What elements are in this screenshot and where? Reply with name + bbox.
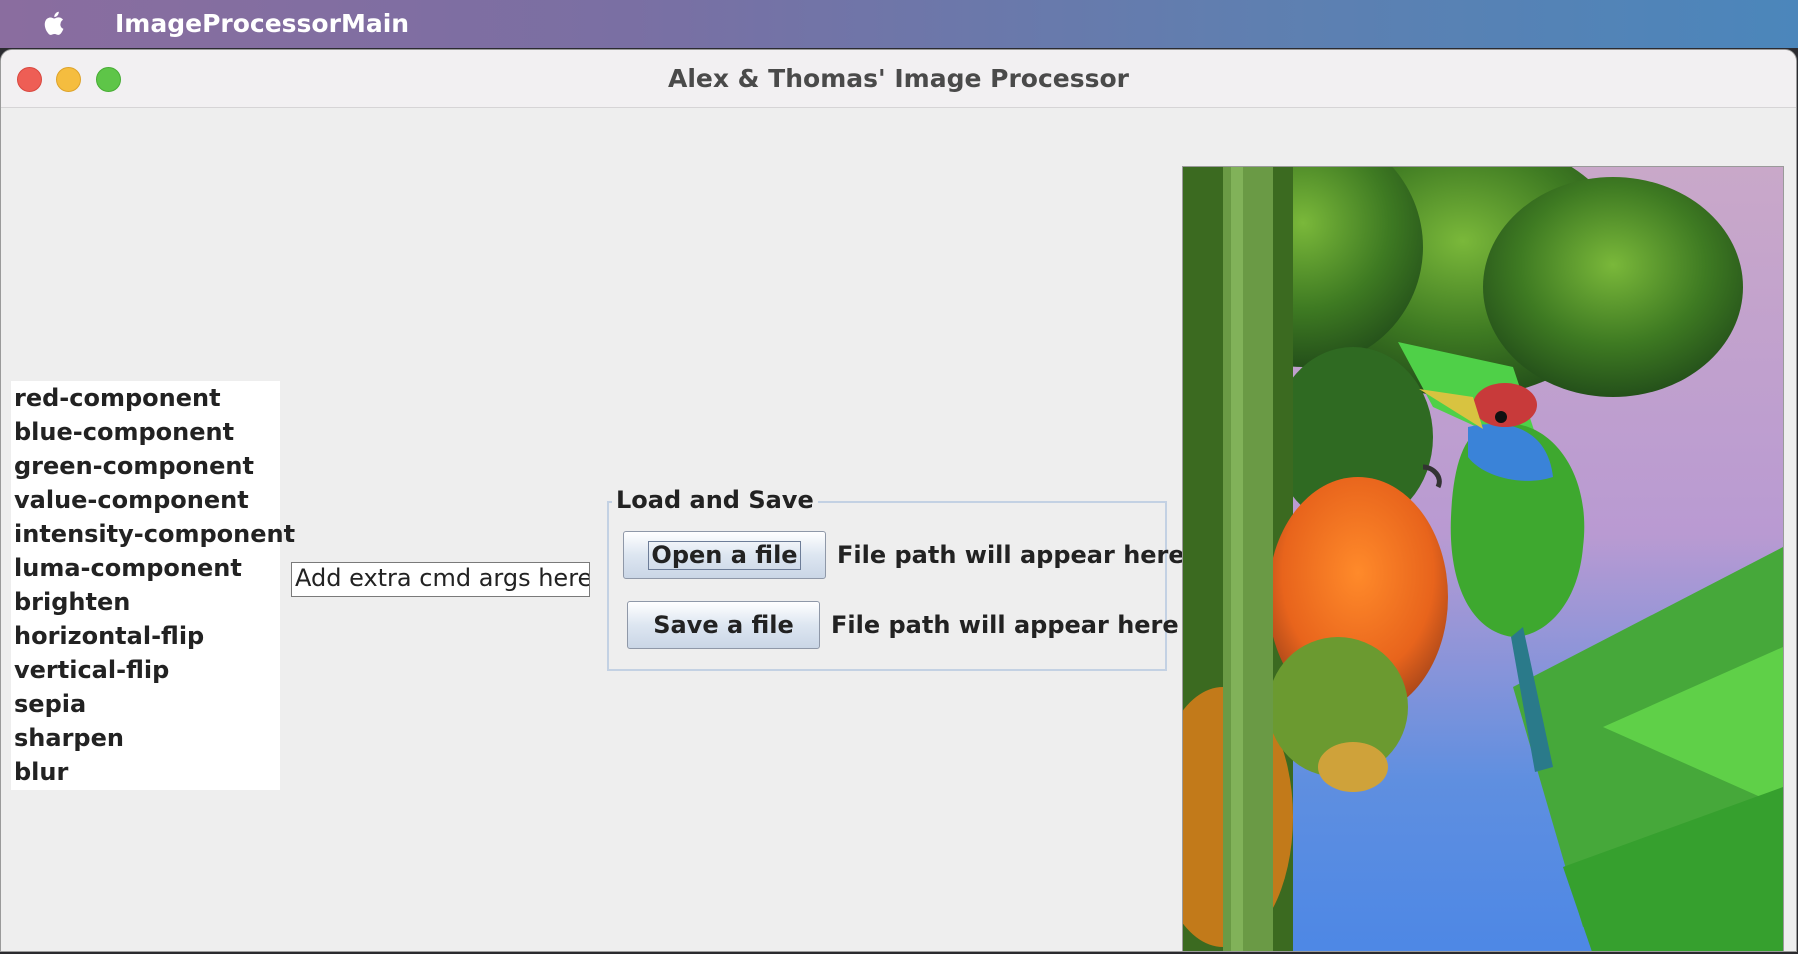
image-preview[interactable]	[1182, 166, 1784, 951]
title-bar[interactable]: Alex & Thomas' Image Processor	[1, 50, 1796, 108]
operation-item-intensity-component[interactable]: intensity-component	[11, 517, 295, 551]
operation-item-horizontal-flip[interactable]: horizontal-flip	[11, 619, 280, 653]
save-file-path-label: File path will appear here	[831, 611, 1179, 639]
extra-args-input[interactable]: Add extra cmd args here	[291, 562, 590, 597]
app-window: Alex & Thomas' Image Processor red-compo…	[0, 49, 1797, 952]
bird-photo	[1183, 167, 1783, 951]
operation-item-vertical-flip[interactable]: vertical-flip	[11, 653, 280, 687]
operation-item-value-component[interactable]: value-component	[11, 483, 280, 517]
open-file-button-label: Open a file	[648, 541, 801, 570]
operation-item-blue-component[interactable]: blue-component	[11, 415, 280, 449]
menu-bar: ImageProcessorMain	[0, 0, 1798, 48]
main-content: red-component blue-component green-compo…	[1, 107, 1796, 951]
load-save-legend: Load and Save	[612, 486, 818, 514]
operation-item-sepia[interactable]: sepia	[11, 687, 280, 721]
operation-item-blur[interactable]: blur	[11, 755, 280, 789]
open-file-button[interactable]: Open a file	[623, 531, 826, 579]
save-file-button[interactable]: Save a file	[627, 601, 820, 649]
operation-item-sharpen[interactable]: sharpen	[11, 721, 280, 755]
app-name[interactable]: ImageProcessorMain	[115, 8, 409, 40]
operation-item-luma-component[interactable]: luma-component	[11, 551, 280, 585]
operation-item-brighten[interactable]: brighten	[11, 585, 280, 619]
operation-item-red-component[interactable]: red-component	[11, 381, 280, 415]
open-file-path-label: File path will appear here	[837, 541, 1185, 569]
operations-list[interactable]: red-component blue-component green-compo…	[11, 381, 295, 790]
operation-item-green-component[interactable]: green-component	[11, 449, 280, 483]
window-title: Alex & Thomas' Image Processor	[667, 64, 1130, 93]
apple-logo-icon[interactable]	[38, 6, 72, 40]
